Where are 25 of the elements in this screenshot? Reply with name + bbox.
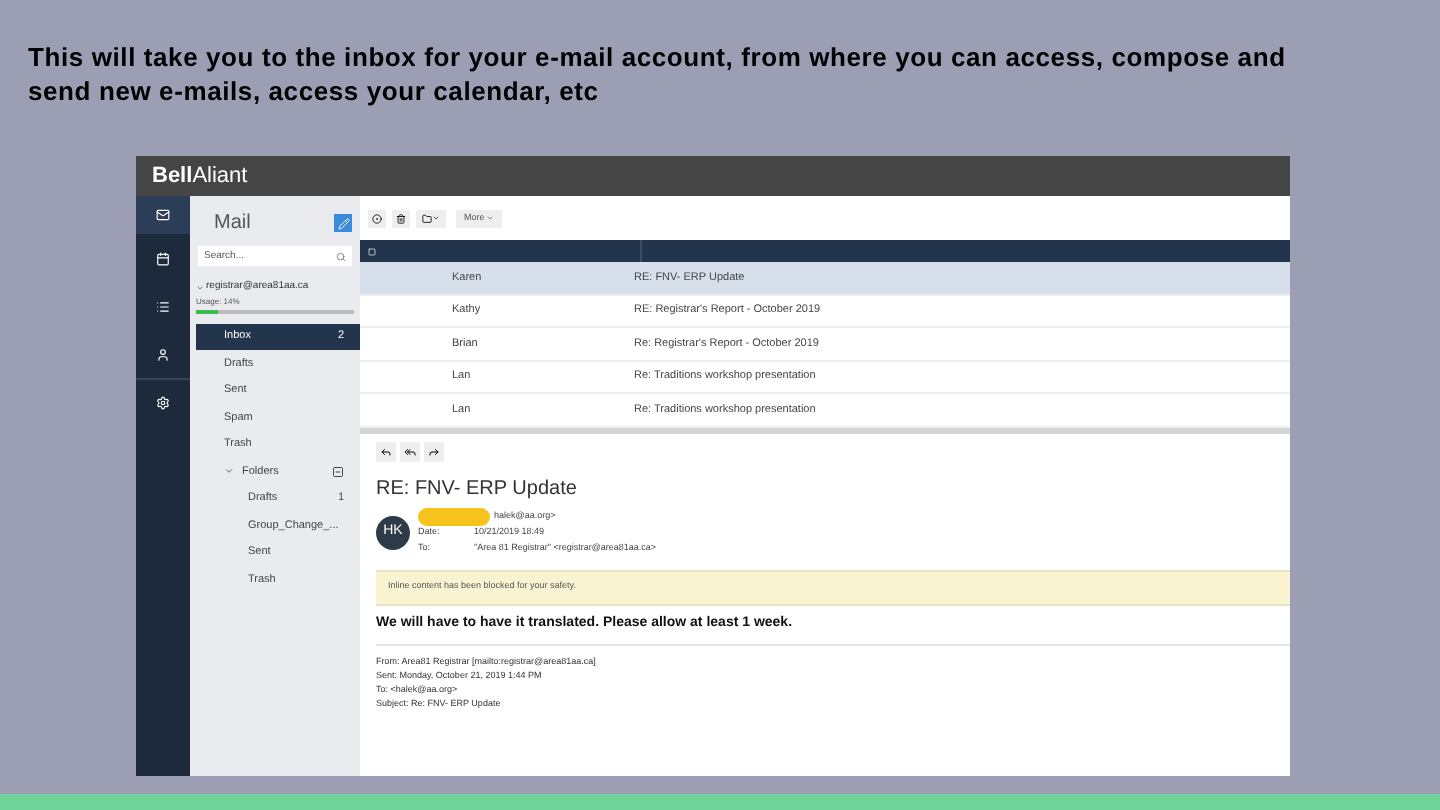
calendar-icon[interactable] <box>156 251 170 265</box>
move-button[interactable] <box>416 209 446 227</box>
forward-button[interactable] <box>424 441 444 461</box>
redaction-mark <box>418 508 490 526</box>
settings-icon[interactable] <box>156 396 170 410</box>
collapse-icon[interactable] <box>332 465 344 478</box>
logo: BellAliant <box>152 161 248 192</box>
block-button[interactable] <box>368 209 386 227</box>
caret-icon[interactable] <box>224 466 234 477</box>
pane-title: Mail <box>214 210 251 238</box>
reply-all-icon <box>404 445 416 457</box>
mail-icon[interactable] <box>156 208 170 222</box>
slide-caption: This will take you to the inbox for your e-mail account, from where you can access, compose and send new e-mails, access your calendar, etc <box>28 40 1288 108</box>
compose-button[interactable] <box>334 214 352 232</box>
search-icon[interactable] <box>336 251 346 261</box>
reply-icon <box>380 445 392 457</box>
list-icon[interactable] <box>156 299 170 313</box>
reply-all-button[interactable] <box>400 441 420 461</box>
select-all-checkbox[interactable] <box>368 247 376 255</box>
reply-button[interactable] <box>376 441 396 461</box>
forward-icon <box>428 445 440 457</box>
user-icon[interactable] <box>156 347 170 361</box>
folder-icon <box>422 213 432 223</box>
delete-button[interactable] <box>392 209 410 227</box>
message-title: RE: FNV- ERP Update <box>376 475 579 503</box>
